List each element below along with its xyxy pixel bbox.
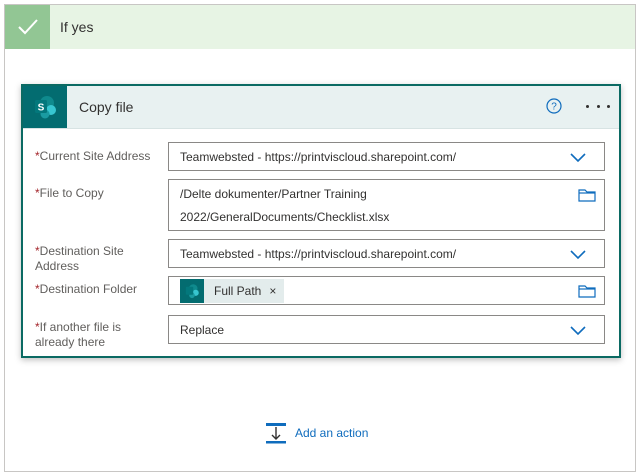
help-icon[interactable]: ? [546, 98, 562, 114]
sharepoint-icon: S [23, 86, 67, 128]
chevron-down-icon[interactable] [570, 324, 586, 336]
destination-site-address-label: *Destination Site Address [35, 244, 124, 273]
destination-site-address-dropdown[interactable]: Teamwebsted - https://printviscloud.shar… [168, 239, 605, 268]
current-site-address-dropdown[interactable]: Teamwebsted - https://printviscloud.shar… [168, 142, 605, 171]
if-exists-dropdown[interactable]: Replace [168, 315, 605, 344]
remove-token-icon[interactable]: × [269, 284, 276, 298]
dynamic-content-token[interactable]: Full Path × [180, 279, 285, 303]
if-exists-value: Replace [180, 323, 225, 337]
sharepoint-icon [180, 279, 204, 303]
file-to-copy-value-line2: 2022/GeneralDocuments/Checklist.xlsx [180, 210, 390, 224]
destination-folder-input[interactable]: Full Path × [168, 276, 605, 305]
branch-title: If yes [60, 19, 94, 35]
chevron-down-icon[interactable] [570, 248, 586, 260]
current-site-address-label: *Current Site Address [35, 149, 151, 163]
more-options-icon[interactable] [586, 96, 610, 116]
if-exists-label: *If another file is already there [35, 320, 122, 349]
svg-text:S: S [38, 103, 45, 114]
destination-site-address-value: Teamwebsted - https://printviscloud.shar… [180, 247, 457, 261]
card-title: Copy file [79, 99, 134, 115]
current-site-address-value: Teamwebsted - https://printviscloud.shar… [180, 150, 457, 164]
token-label: Full Path [214, 284, 262, 298]
card-header[interactable]: S Copy file ? [23, 86, 619, 129]
chevron-down-icon[interactable] [570, 151, 586, 163]
add-action-button[interactable]: Add an action [265, 421, 368, 445]
branch-header[interactable]: If yes [5, 5, 635, 49]
folder-icon[interactable] [578, 188, 596, 202]
add-action-icon [266, 423, 286, 444]
condition-branch-if-yes: If yes S Copy file ? *Current Site Addre… [4, 4, 636, 472]
destination-folder-label: *Destination Folder [35, 282, 138, 296]
svg-text:?: ? [551, 102, 557, 113]
copy-file-action-card: S Copy file ? *Current Site Address Team… [21, 84, 621, 358]
checkmark-icon [5, 5, 50, 49]
file-to-copy-input[interactable]: /Delte dokumenter/Partner Training 2022/… [168, 179, 605, 231]
file-to-copy-label: *File to Copy [35, 186, 104, 200]
add-action-label: Add an action [295, 426, 369, 440]
folder-icon[interactable] [578, 284, 596, 298]
